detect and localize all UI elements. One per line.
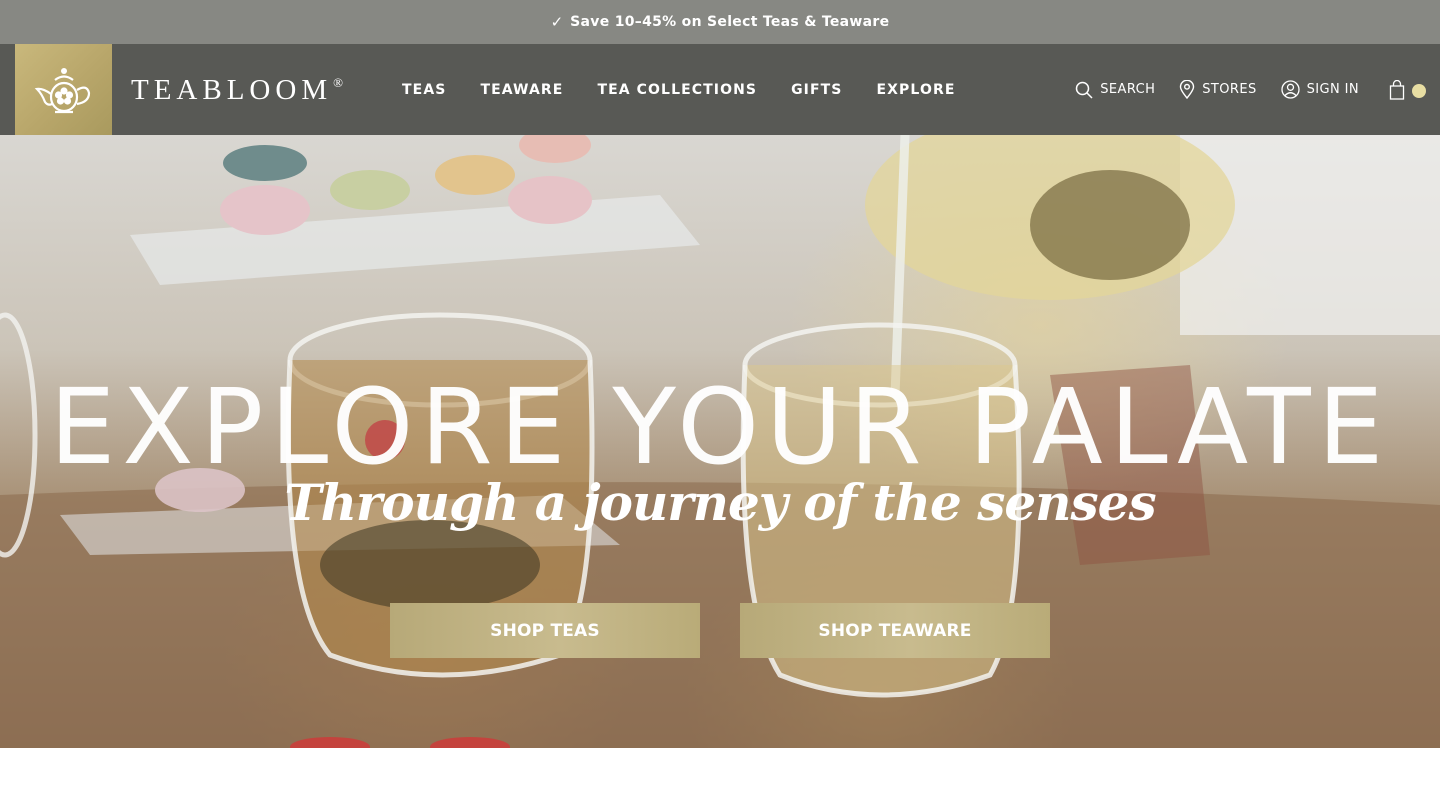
nav-item-teas[interactable]: TEAS [402,82,446,98]
main-nav: TEAS TEAWARE TEA COLLECTIONS GIFTS EXPLO… [402,44,990,135]
checkmark-icon: ✓ [550,13,564,31]
cart-indicator-dot [1412,83,1426,98]
stores-button[interactable]: STORES [1179,80,1256,99]
stores-label: STORES [1202,82,1257,97]
brand-name: TEABLOOM [131,74,333,106]
registered-mark: ® [333,75,343,90]
nav-item-teaware[interactable]: TEAWARE [480,82,563,98]
shopping-bag-icon [1389,79,1405,100]
location-pin-icon [1180,80,1195,99]
search-button[interactable]: SEARCH [1075,81,1155,99]
search-icon [1076,81,1093,99]
shop-teaware-button[interactable]: SHOP TEAWARE [740,603,1050,658]
utility-nav: SEARCH STORES SIGN IN [1051,44,1426,135]
promo-banner[interactable]: ✓ Save 10–45% on Select Teas & Teaware [0,0,1440,44]
nav-item-tea-collections[interactable]: TEA COLLECTIONS [597,82,757,98]
search-label: SEARCH [1100,82,1156,97]
cart-button[interactable] [1389,79,1426,100]
shop-teas-button[interactable]: SHOP TEAS [390,603,700,658]
brand-wordmark[interactable]: TEABLOOM® [131,74,343,107]
teapot-logo-icon [34,67,90,113]
hero-banner: EXPLORE YOUR PALATE Through a journey of… [0,135,1440,748]
hero-subtitle: Through a journey of the senses [284,473,1156,532]
site-header: TEABLOOM® TEAS TEAWARE TEA COLLECTIONS G… [0,44,1440,135]
nav-item-gifts[interactable]: GIFTS [791,82,842,98]
nav-item-explore[interactable]: EXPLORE [877,82,956,98]
hero-title: EXPLORE YOUR PALATE [49,366,1391,488]
sign-in-label: SIGN IN [1306,82,1359,97]
logo[interactable] [15,44,112,135]
user-icon [1280,80,1300,99]
sign-in-button[interactable]: SIGN IN [1280,80,1359,99]
promo-text[interactable]: Save 10–45% on Select Teas & Teaware [570,14,889,30]
